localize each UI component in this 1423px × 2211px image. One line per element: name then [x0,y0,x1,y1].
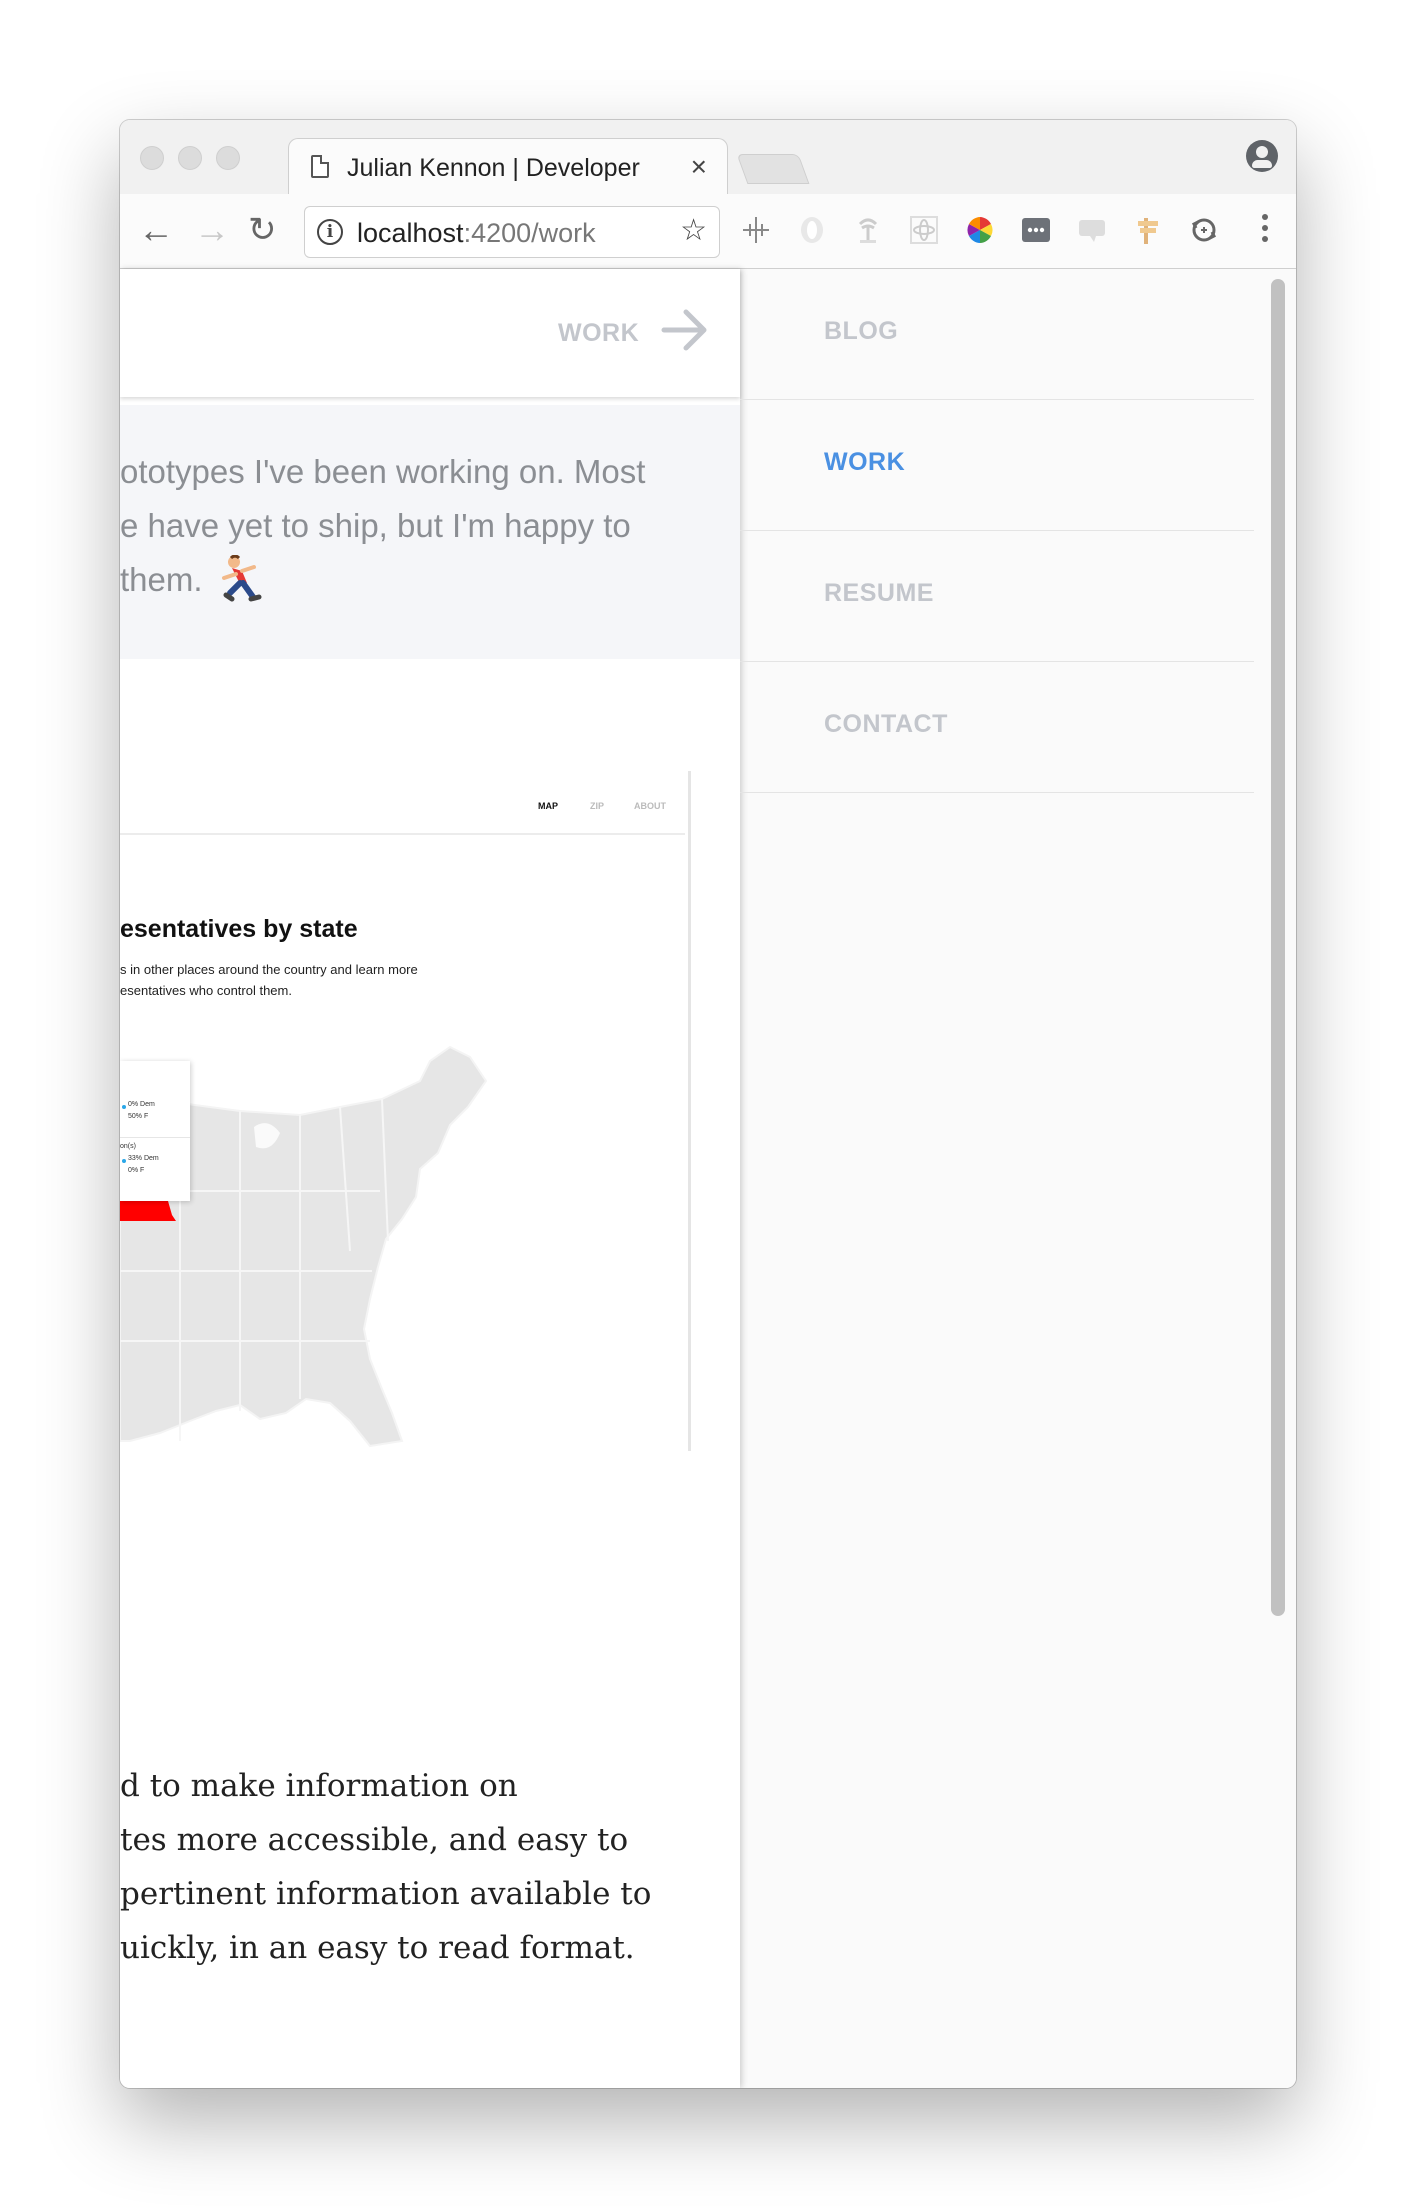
minimize-window-button[interactable] [178,146,202,170]
sync-icon[interactable] [1188,214,1220,246]
screenshot-title: esentatives by state [120,915,358,943]
legend-item: on(s) [120,1143,136,1150]
reload-icon[interactable]: ↻ [248,210,277,250]
scrollbar-thumb[interactable] [1271,279,1285,1616]
legend-dem-dot [122,1105,126,1109]
bookmark-star-icon[interactable]: ☆ [680,213,707,248]
zoom-window-button[interactable] [216,146,240,170]
project-description: d to make information on tes more access… [120,1768,652,1966]
intro-text: ototypes I've been working on. Most e ha… [120,453,646,598]
tab-title: Julian Kennon | Developer [347,154,640,182]
move-icon[interactable] [740,214,772,246]
browser-window: Julian Kennon | Developer × ← → ↻ i loca… [120,120,1296,2088]
intro-section: ototypes I've been working on. Most e ha… [120,405,740,659]
forward-icon[interactable]: → [194,210,230,250]
info-icon[interactable]: i [317,219,343,245]
screenshot-divider [120,833,685,835]
arrow-right-icon[interactable] [660,305,710,355]
screenshot-nav-map: MAP [538,801,558,811]
menu-item-contact[interactable]: CONTACT [740,662,1254,793]
url-text[interactable]: localhost:4200/work [357,218,596,249]
css-icon[interactable] [1076,214,1108,246]
tab-close-button[interactable]: × [691,151,707,183]
map-legend: 0% Dem 50% F on(s) 33% Dem 0% F [120,1061,190,1201]
menu-icon[interactable] [1262,214,1268,247]
palm-tree-icon[interactable] [852,214,884,246]
color-wheel-icon[interactable] [964,214,996,246]
new-tab-button[interactable] [736,154,810,184]
address-bar[interactable]: i localhost:4200/work ☆ [304,206,720,258]
menu-item-resume[interactable]: RESUME [740,531,1254,662]
close-window-button[interactable] [140,146,164,170]
more-icon[interactable] [1020,214,1052,246]
page-viewport: WORK ototypes I've been working on. Most… [120,269,1296,2088]
signpost-icon[interactable] [1132,214,1164,246]
browser-tab[interactable]: Julian Kennon | Developer × [288,138,728,196]
project-screenshot[interactable]: MAP ZIP ABOUT esentatives by state s in … [120,771,691,1451]
react-devtools-icon[interactable] [908,214,940,246]
legend-item: 33% Dem [128,1155,159,1162]
content-panel: WORK ototypes I've been working on. Most… [120,269,740,2088]
runner-emoji-icon [222,555,262,602]
menu-item-blog[interactable]: BLOG [740,269,1254,400]
screenshot-nav-zip: ZIP [590,801,605,811]
browser-toolbar: ← → ↻ i localhost:4200/work ☆ [120,194,1296,269]
header-work-link[interactable]: WORK [558,319,639,348]
profile-icon[interactable] [1246,140,1278,172]
screenshot-nav-about: ABOUT [634,801,666,811]
opera-icon[interactable] [796,214,828,246]
legend-item: 50% F [128,1113,149,1120]
screenshot-description: s in other places around the country and… [120,962,418,998]
content-header: WORK [120,269,740,397]
legend-item: 0% F [128,1167,145,1174]
title-bar: Julian Kennon | Developer × [120,120,1296,196]
legend-item: 0% Dem [128,1101,155,1108]
legend-dem-dot [122,1159,126,1163]
menu-item-work[interactable]: WORK [740,400,1254,531]
back-icon[interactable]: ← [138,210,174,250]
document-icon [311,155,329,178]
side-menu: BLOG WORK RESUME CONTACT [740,269,1254,793]
